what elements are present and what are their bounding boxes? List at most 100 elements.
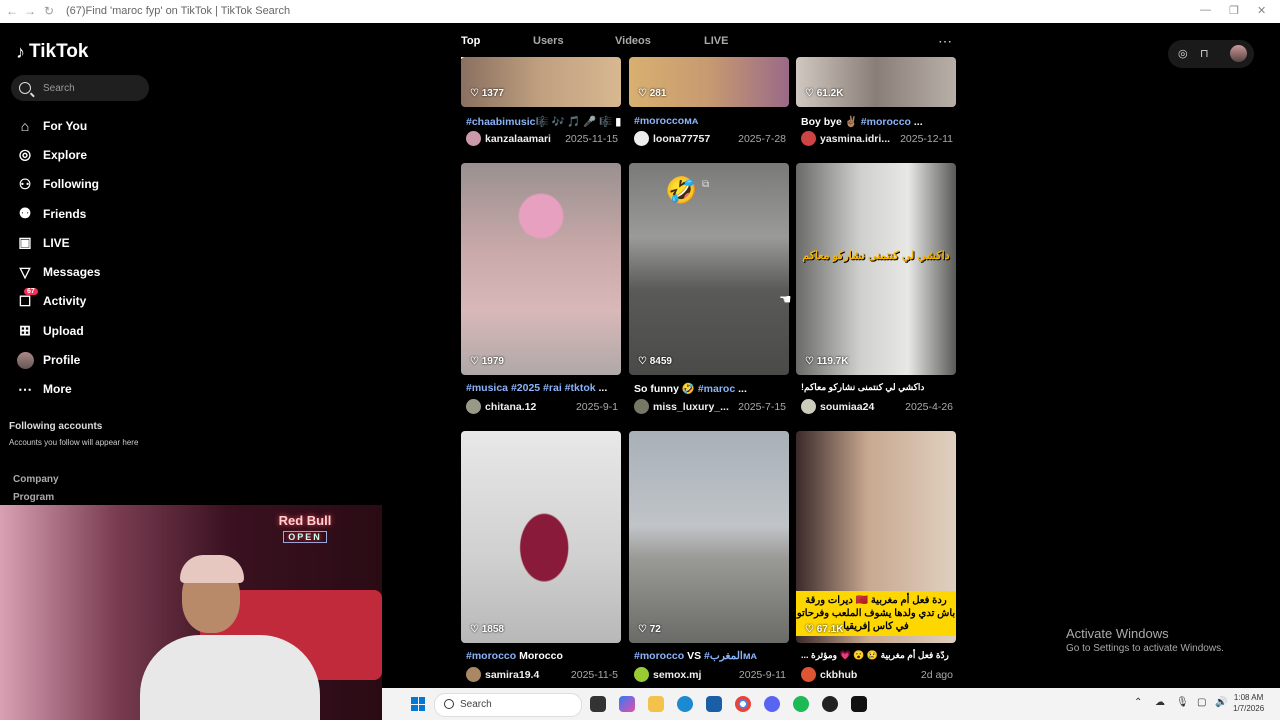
store-icon[interactable] [706,696,722,712]
video-thumbnail[interactable] [461,431,621,643]
username[interactable]: chitana.12 [485,401,576,413]
tab-users[interactable]: Users [533,35,564,47]
username[interactable]: soumiaa24 [820,401,905,413]
windows-start-icon[interactable] [411,697,425,711]
avatar[interactable] [634,667,649,682]
file-explorer-icon[interactable] [648,696,664,712]
network-icon[interactable]: ☁ [1155,697,1165,708]
likes-count: ♡ 61.2K [805,88,844,99]
video-description[interactable]: #moroccoᴍᴀ [634,115,698,127]
link-company[interactable]: Company [13,471,59,489]
avatar[interactable] [801,399,816,414]
sidebar-item-profile[interactable]: Profile [16,345,100,374]
user-avatar[interactable] [1230,45,1247,62]
sidebar-item-friends[interactable]: ⚉ Friends [16,199,100,228]
avatar[interactable] [801,667,816,682]
video-description[interactable]: So funny 🤣 #maroc ... [634,382,747,395]
taskbar-clock[interactable]: 1:08 AM 1/7/2026 [1233,692,1264,714]
microphone-icon[interactable]: 🎙 [1176,697,1189,708]
video-meta: yasmina.idri... 2025-12-11 [801,131,953,146]
likes-count: ♡ 72 [638,624,661,635]
avatar[interactable] [634,131,649,146]
video-thumbnail[interactable] [796,57,956,107]
sidebar-item-for-you[interactable]: ⌂ For You [16,111,100,140]
sidebar-item-activity[interactable]: ☐ 67 Activity [16,287,100,316]
pip-icon[interactable]: ⧉ [702,179,709,190]
copilot-icon[interactable] [619,696,635,712]
avatar[interactable] [801,131,816,146]
tiktok-app-icon[interactable] [851,696,867,712]
video-description[interactable]: #musica #2025 #rai #tktok ... [466,382,607,394]
obs-icon[interactable] [822,696,838,712]
username[interactable]: kanzalaamari [485,133,565,145]
sidebar-menu: ⌂ For You ◎ Explore ⚇ Following ⚉ Friends ▣ L… [16,111,100,404]
search-icon [19,82,31,94]
live-tv-icon: ▣ [18,234,32,251]
logo-text: TikTok [29,41,89,62]
sidebar-item-label: More [43,382,72,397]
username[interactable]: miss_luxury_... [653,401,738,413]
sidebar-item-following[interactable]: ⚇ Following [16,170,100,199]
close-icon[interactable]: ✕ [1257,4,1266,17]
video-thumbnail[interactable] [461,163,621,375]
sidebar-item-messages[interactable]: ▽ Messages [16,257,101,286]
display-icon[interactable]: ▢ [1197,697,1206,708]
discord-icon[interactable] [764,696,780,712]
footer-links: Company Program [13,471,59,507]
username[interactable]: ckbhub [820,669,921,681]
post-date: 2025-11-15 [565,132,618,145]
username[interactable]: yasmina.idri... [820,133,900,145]
back-icon[interactable]: ← [6,4,18,18]
video-description[interactable]: #morocco Morocco [466,650,563,662]
avatar[interactable] [466,399,481,414]
overlay-emoji: 🤣 [665,175,698,205]
tab-top[interactable]: Top [461,35,480,47]
video-meta: chitana.12 2025-9-1 [466,399,618,414]
avatar[interactable] [466,667,481,682]
username[interactable]: samira19.4 [485,669,571,681]
sidebar-item-upload[interactable]: ⊞ Upload [16,316,100,345]
username[interactable]: loona77757 [653,133,738,145]
video-thumbnail[interactable] [629,431,789,643]
volume-icon[interactable]: 🔊 [1215,697,1227,708]
window-title: (67)Find 'maroc fyp' on TikTok | TikTok … [66,5,291,17]
task-view-icon[interactable] [590,696,606,712]
video-description[interactable]: ردّة فعل أم مغربية 😢 😮 💗 ومؤثرة ... [801,650,949,661]
forward-icon[interactable]: → [24,4,36,18]
search-input[interactable]: Search [11,75,149,101]
likes-count: ♡ 8459 [638,356,672,367]
edge-icon[interactable] [677,696,693,712]
neon-sign: Red Bull OPEN [265,513,345,543]
username[interactable]: semox.mj [653,669,739,681]
sidebar-item-label: Profile [43,353,81,368]
tab-live[interactable]: LIVE [704,35,728,47]
video-description[interactable]: #chaabimusic🎼 🎶 🎵 🎤 🎼 ▮ [466,115,621,128]
minimize-icon[interactable]: — [1200,4,1211,16]
sidebar-item-explore[interactable]: ◎ Explore [16,140,100,169]
neon-brand: Red Bull [278,513,332,528]
more-options-icon[interactable]: ⋯ [938,33,952,50]
tab-videos[interactable]: Videos [615,35,651,47]
sidebar-item-live[interactable]: ▣ LIVE [16,228,100,257]
inbox-icon[interactable]: ⊓ [1200,47,1209,60]
video-description[interactable]: Boy bye ✌🏽 #morocco ... [801,115,923,128]
video-thumbnail[interactable] [629,57,789,107]
reload-icon[interactable]: ↻ [44,4,54,18]
coins-icon[interactable]: ◎ [1178,47,1188,60]
maximize-icon[interactable]: ❐ [1229,4,1239,17]
video-thumbnail[interactable] [629,163,789,375]
video-description[interactable]: !داكشي لي كنتمنى نشاركو معاكم [801,382,924,393]
taskbar-search[interactable]: Search [434,693,582,717]
post-date: 2025-9-11 [738,668,786,681]
avatar[interactable] [466,131,481,146]
tray-expand-icon[interactable]: ⌃ [1134,697,1142,708]
spotify-icon[interactable] [793,696,809,712]
video-thumbnail[interactable] [796,163,956,375]
video-thumbnail[interactable] [461,57,621,107]
search-tabs: Top Users Videos LIVE ⋯ [452,23,972,61]
video-description[interactable]: #morocco VS #المغربᴍᴀ [634,650,757,662]
sidebar-item-more[interactable]: ⋯ More [16,375,100,404]
tiktok-logo[interactable]: ♪ TikTok [16,41,88,63]
avatar[interactable] [634,399,649,414]
chrome-icon[interactable] [735,696,751,712]
